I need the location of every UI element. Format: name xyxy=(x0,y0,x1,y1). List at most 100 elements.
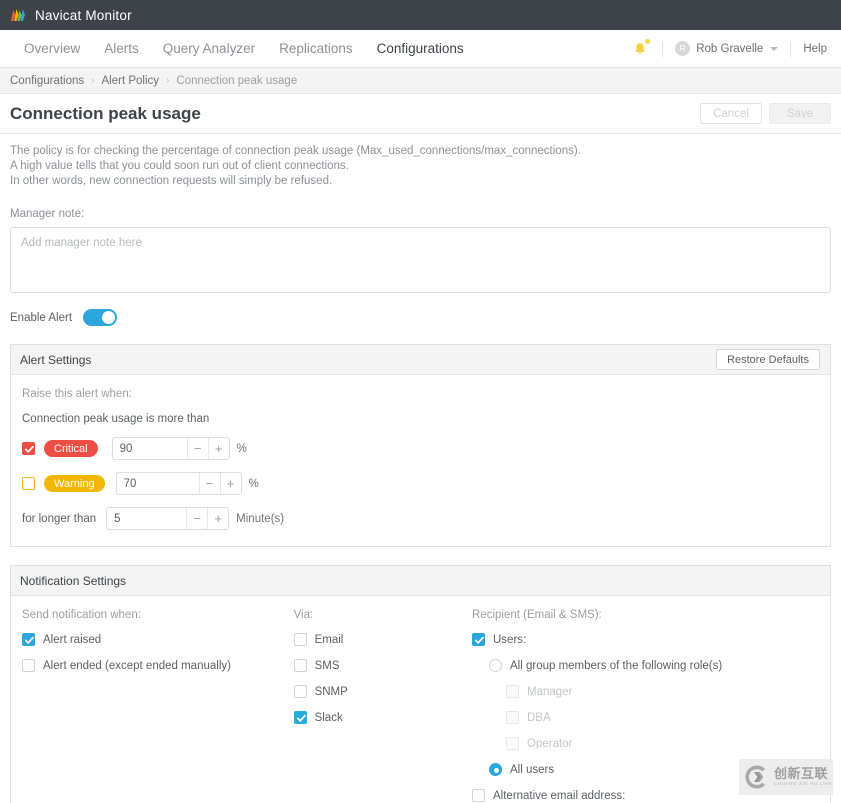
help-link[interactable]: Help xyxy=(803,43,827,55)
nav-right-area: R Rob Gravelle Help xyxy=(632,30,831,67)
warning-threshold-stepper[interactable]: − + xyxy=(115,472,242,495)
option-alert-raised[interactable]: Alert raised xyxy=(22,633,294,646)
users-checkbox[interactable] xyxy=(472,633,485,646)
page-title: Connection peak usage xyxy=(10,103,201,123)
alert-settings-body: Raise this alert when: Connection peak u… xyxy=(11,375,830,546)
alert-raised-checkbox[interactable] xyxy=(22,633,35,646)
policy-description-line-3: In other words, new connection requests … xyxy=(10,175,333,187)
send-when-heading: Send notification when: xyxy=(22,609,141,621)
nav-tab-configurations[interactable]: Configurations xyxy=(365,30,476,68)
via-column: Via: Email SMS SNMP Slack xyxy=(293,609,472,803)
roles-radio-label: All group members of the following role(… xyxy=(510,659,723,672)
duration-plus-button[interactable]: + xyxy=(207,508,228,529)
send-when-column: Send notification when: Alert raised Ale… xyxy=(22,609,294,803)
warning-checkbox[interactable] xyxy=(22,477,35,490)
critical-threshold-stepper[interactable]: − + xyxy=(111,437,230,460)
dba-checkbox xyxy=(506,711,519,724)
notification-settings-title: Notification Settings xyxy=(20,573,127,588)
threshold-row-warning: Warning − + % xyxy=(22,472,819,495)
roles-radio[interactable] xyxy=(489,659,502,672)
sms-checkbox[interactable] xyxy=(293,659,307,672)
breadcrumb-item-alert-policy[interactable]: Alert Policy xyxy=(102,75,160,87)
duration-stepper[interactable]: − + xyxy=(106,507,230,530)
nav-tab-alerts[interactable]: Alerts xyxy=(92,30,151,68)
breadcrumb-separator: › xyxy=(166,75,170,86)
navicat-logo-icon xyxy=(11,8,25,21)
warning-badge: Warning xyxy=(44,475,105,492)
nav-tab-query-analyzer[interactable]: Query Analyzer xyxy=(151,30,267,68)
main-navigation: Overview Alerts Query Analyzer Replicati… xyxy=(0,30,841,68)
check-icon xyxy=(474,636,484,644)
alert-condition-label: Connection peak usage is more than xyxy=(22,413,210,425)
critical-minus-button[interactable]: − xyxy=(186,438,208,459)
alert-raised-label: Alert raised xyxy=(43,633,102,646)
app-title: Navicat Monitor xyxy=(35,7,132,23)
duration-minus-button[interactable]: − xyxy=(186,508,207,529)
alternative-email-checkbox[interactable] xyxy=(472,789,485,802)
manager-label: Manager xyxy=(527,685,573,698)
duration-input[interactable] xyxy=(107,508,187,529)
threshold-row-duration: for longer than − + Minute(s) xyxy=(22,507,819,530)
manager-note-input[interactable] xyxy=(10,227,831,293)
cancel-button[interactable]: Cancel xyxy=(700,103,762,124)
notifications-button[interactable] xyxy=(632,38,651,58)
restore-defaults-button[interactable]: Restore Defaults xyxy=(716,349,820,370)
all-users-label: All users xyxy=(510,763,555,776)
warning-threshold-input[interactable] xyxy=(116,473,199,494)
option-slack[interactable]: Slack xyxy=(293,711,472,724)
alternative-email-label: Alternative email address: xyxy=(493,789,626,802)
snmp-checkbox[interactable] xyxy=(293,685,307,698)
user-name-label: Rob Gravelle xyxy=(696,42,764,55)
critical-plus-button[interactable]: + xyxy=(207,438,229,459)
sms-label: SMS xyxy=(314,659,340,672)
check-icon xyxy=(24,636,34,644)
nav-divider-1 xyxy=(662,40,664,57)
critical-threshold-input[interactable] xyxy=(112,438,187,459)
snmp-label: SNMP xyxy=(314,685,348,698)
enable-alert-toggle[interactable] xyxy=(83,309,118,326)
watermark: 创新互联 CHUANG XIN HU LIAN xyxy=(739,759,833,795)
notification-settings-body: Send notification when: Alert raised Ale… xyxy=(11,596,830,803)
alert-settings-panel: Alert Settings Restore Defaults Raise th… xyxy=(10,344,831,547)
watermark-text: 创新互联 CHUANG XIN HU LIAN xyxy=(774,767,832,787)
notification-columns: Send notification when: Alert raised Ale… xyxy=(22,609,819,803)
circle-x-logo-icon xyxy=(745,765,765,789)
email-checkbox[interactable] xyxy=(293,633,307,646)
nav-tab-overview[interactable]: Overview xyxy=(12,30,92,68)
toggle-knob xyxy=(102,311,116,324)
breadcrumb-item-current: Connection peak usage xyxy=(176,74,298,87)
slack-checkbox[interactable] xyxy=(293,711,307,724)
notification-settings-panel: Notification Settings Send notification … xyxy=(10,565,831,803)
breadcrumb-item-configurations[interactable]: Configurations xyxy=(10,75,84,87)
check-icon xyxy=(24,445,34,453)
check-icon xyxy=(296,714,306,722)
operator-label: Operator xyxy=(527,737,573,750)
nav-tab-replications[interactable]: Replications xyxy=(267,30,365,68)
policy-description: The policy is for checking the percentag… xyxy=(10,144,831,189)
title-bar: Navicat Monitor xyxy=(0,0,841,30)
policy-description-line-1: The policy is for checking the percentag… xyxy=(10,145,581,157)
option-email[interactable]: Email xyxy=(293,633,472,646)
option-roles-radio[interactable]: All group members of the following role(… xyxy=(489,659,819,672)
page-header: Connection peak usage Cancel Save xyxy=(0,94,841,134)
option-alert-ended[interactable]: Alert ended (except ended manually) xyxy=(22,659,294,672)
alert-ended-checkbox[interactable] xyxy=(22,659,35,672)
manager-checkbox xyxy=(506,685,519,698)
breadcrumb-separator: › xyxy=(91,75,95,86)
email-label: Email xyxy=(314,633,344,646)
critical-badge: Critical xyxy=(44,440,98,457)
breadcrumb: Configurations › Alert Policy › Connecti… xyxy=(0,68,841,94)
chevron-down-icon[interactable] xyxy=(770,46,779,51)
save-button[interactable]: Save xyxy=(769,103,831,124)
option-snmp[interactable]: SNMP xyxy=(293,685,472,698)
warning-plus-button[interactable]: + xyxy=(219,473,241,494)
recipient-heading: Recipient (Email & SMS): xyxy=(472,609,602,621)
via-heading: Via: xyxy=(293,609,314,621)
option-sms[interactable]: SMS xyxy=(293,659,472,672)
all-users-radio[interactable] xyxy=(489,763,502,776)
option-users[interactable]: Users: xyxy=(472,633,819,646)
watermark-en-text: CHUANG XIN HU LIAN xyxy=(774,781,833,787)
warning-minus-button[interactable]: − xyxy=(198,473,220,494)
duration-label: for longer than xyxy=(22,512,97,525)
critical-checkbox[interactable] xyxy=(22,442,35,455)
